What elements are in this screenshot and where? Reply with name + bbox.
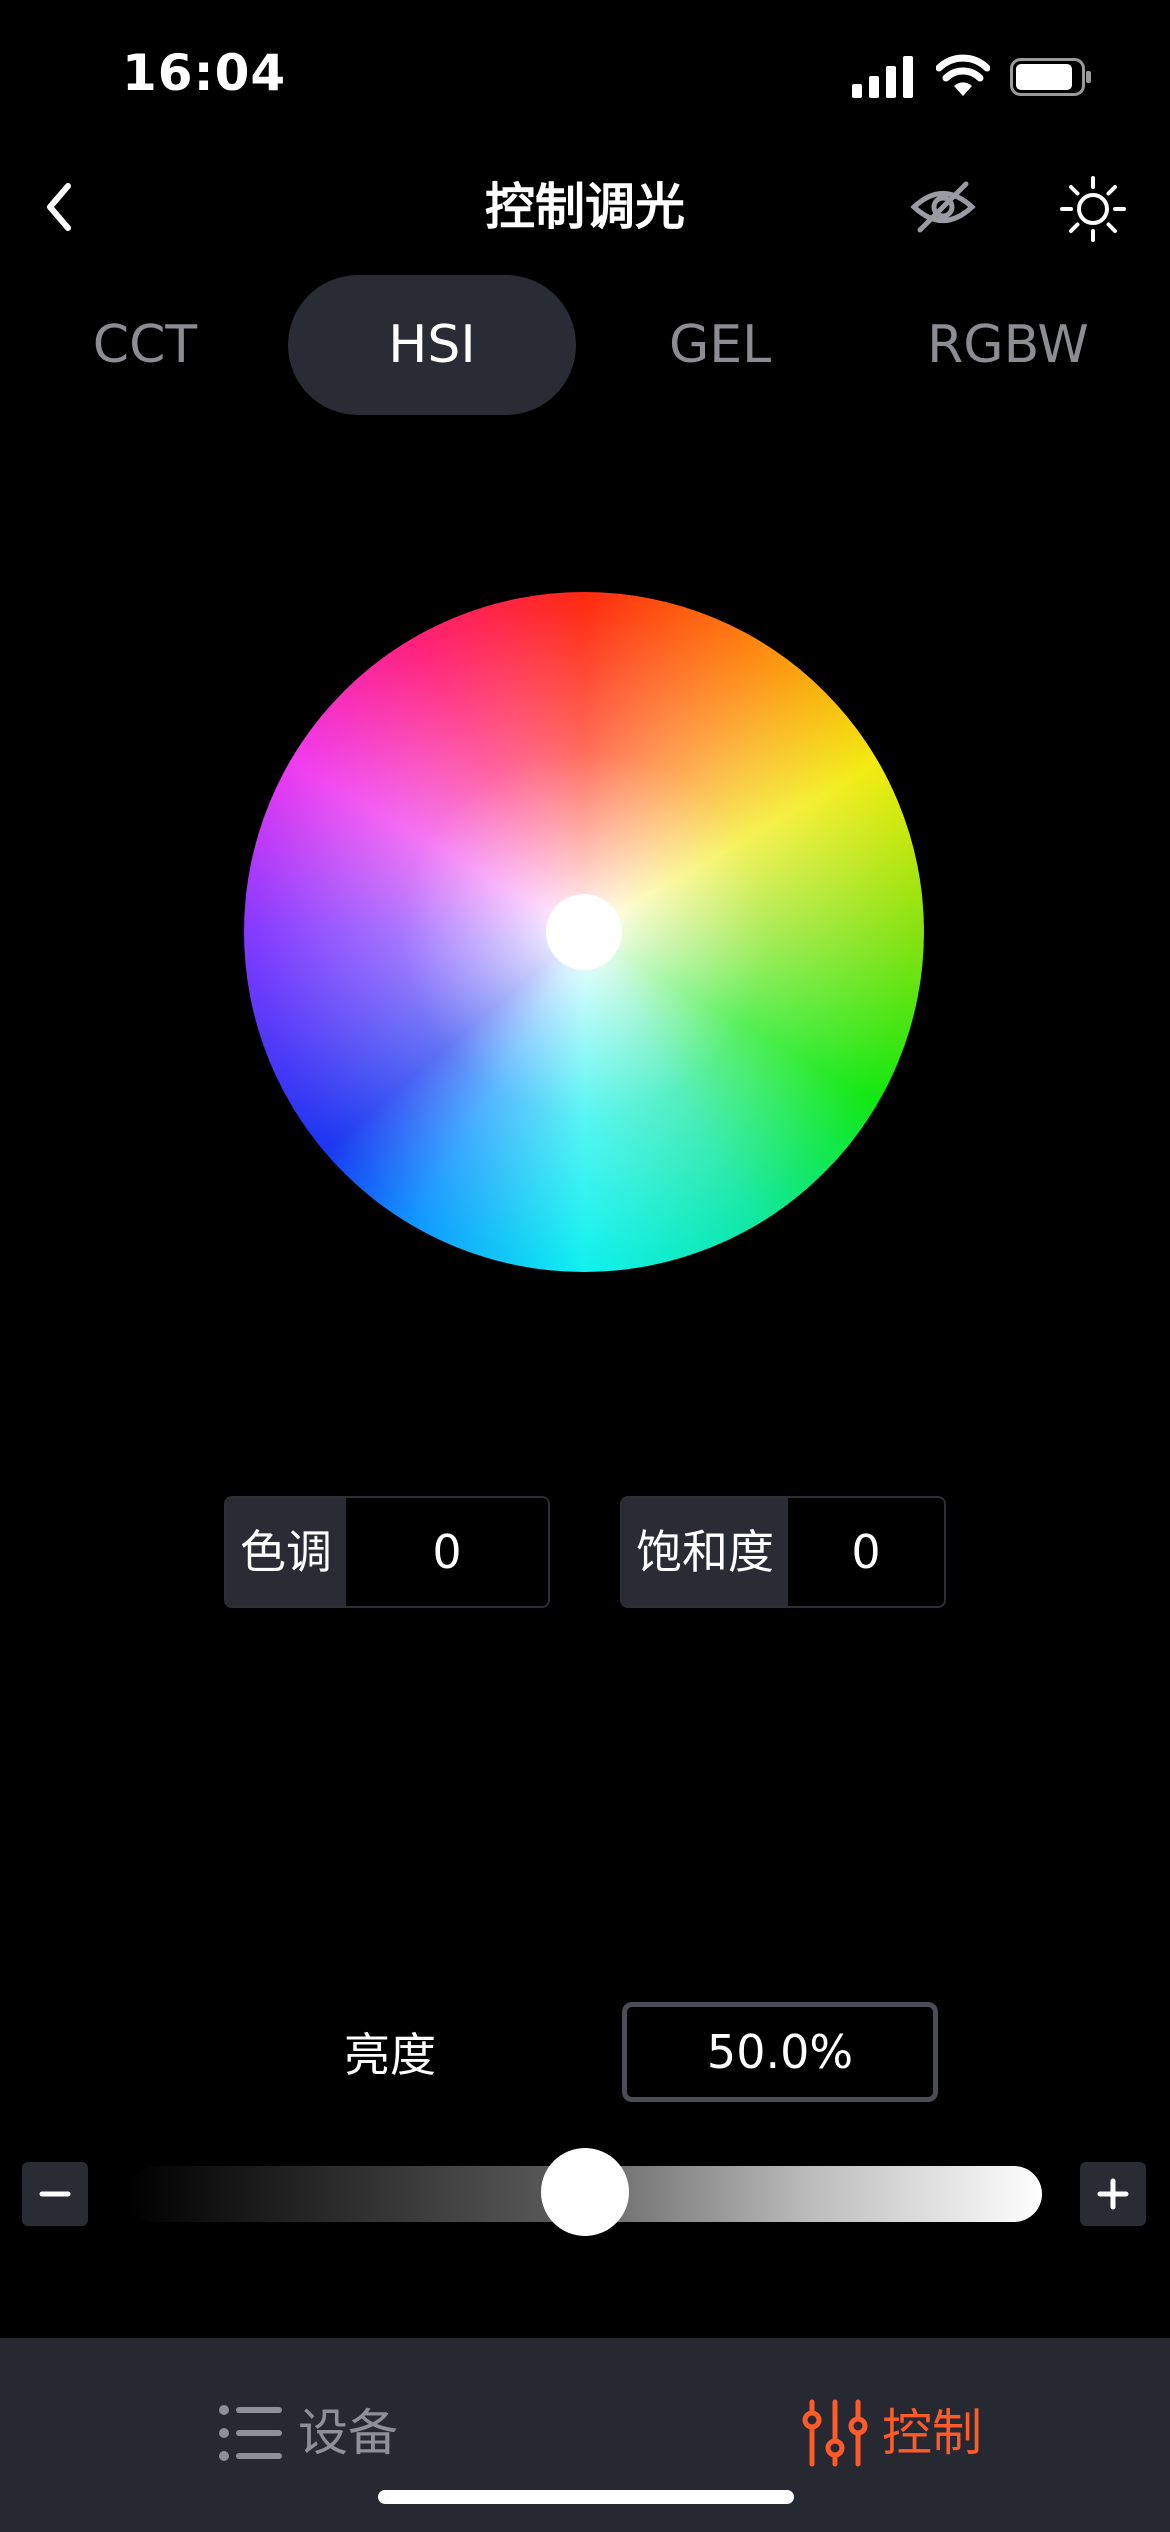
wifi-icon	[936, 54, 990, 96]
bottom-tab-control-label: 控制	[882, 2404, 982, 2462]
bottom-tab-control[interactable]: 控制	[800, 2388, 990, 2478]
decrease-brightness-button[interactable]	[22, 2162, 88, 2226]
bottom-tab-devices[interactable]: 设备	[216, 2388, 406, 2478]
app-screen: 16:04 控制调光 CCT HSI GEL RGBW 色调 0 饱和度 0 亮…	[0, 0, 1170, 2532]
status-time: 16:04	[122, 44, 287, 102]
battery-icon	[1010, 58, 1091, 96]
color-picker-knob[interactable]	[546, 894, 622, 970]
bottom-tab-devices-label: 设备	[298, 2404, 398, 2462]
list-icon	[219, 2405, 282, 2461]
brightness-settings-icon[interactable]	[1058, 174, 1128, 244]
tab-rgbw[interactable]: RGBW	[880, 275, 1136, 415]
color-wheel-container	[244, 592, 924, 1272]
hue-input[interactable]: 0	[346, 1498, 548, 1606]
tab-hsi[interactable]: HSI	[288, 275, 576, 415]
tab-gel[interactable]: GEL	[622, 275, 818, 415]
saturation-label: 饱和度	[622, 1498, 788, 1606]
cellular-signal-icon	[852, 56, 913, 98]
page-title: 控制调光	[485, 178, 685, 236]
sliders-icon	[802, 2399, 868, 2467]
tab-cct[interactable]: CCT	[50, 275, 240, 415]
hue-label: 色调	[226, 1498, 346, 1606]
brightness-slider-handle[interactable]	[541, 2148, 629, 2236]
brightness-input[interactable]: 50.0%	[622, 2002, 938, 2102]
hue-field: 色调 0	[224, 1496, 550, 1608]
brightness-label: 亮度	[344, 2028, 436, 2082]
saturation-input[interactable]: 0	[788, 1498, 944, 1606]
increase-brightness-button[interactable]	[1080, 2162, 1146, 2226]
saturation-field: 饱和度 0	[620, 1496, 946, 1608]
home-indicator	[378, 2490, 794, 2504]
eye-off-icon[interactable]	[908, 172, 978, 242]
